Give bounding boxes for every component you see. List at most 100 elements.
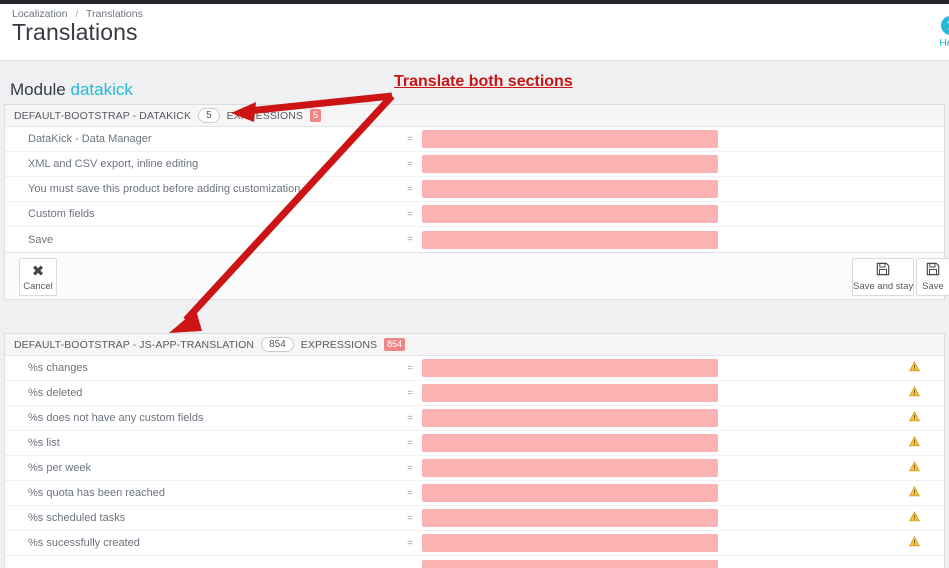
table-row: Save = (5, 227, 944, 252)
panel-count-badge: 854 (261, 337, 294, 352)
save-button[interactable]: Save (916, 258, 949, 296)
table-row: %s does not have any custom fields = (5, 406, 944, 431)
panel-header-jsapp[interactable]: DEFAULT-BOOTSTRAP - JS-APP-TRANSLATION 8… (5, 334, 944, 356)
warning-triangle-icon[interactable] (908, 511, 921, 525)
warning-triangle-icon[interactable] (908, 436, 921, 450)
row-status-cell (718, 386, 944, 401)
cancel-button-label: Cancel (23, 281, 53, 292)
equals-separator: = (407, 512, 413, 524)
source-string: You must save this product before adding… (28, 183, 304, 195)
translation-input[interactable] (422, 434, 718, 452)
warning-triangle-icon[interactable] (908, 361, 921, 375)
help-button[interactable]: ? Help (928, 16, 949, 49)
equals-separator: = (407, 234, 413, 245)
source-string: %s sucessfully created (28, 537, 140, 549)
row-status-cell (718, 511, 944, 526)
table-row: %s deleted = (5, 381, 944, 406)
equals-separator: = (407, 437, 413, 449)
source-string: %s quota has been reached (28, 487, 165, 499)
floppy-disk-icon (917, 262, 949, 281)
source-string: %s changes (28, 362, 88, 374)
table-row: DataKick - Data Manager = (5, 127, 944, 152)
warning-triangle-icon[interactable] (908, 461, 921, 475)
row-status-cell (718, 461, 944, 476)
expressions-count-badge: 854 (384, 338, 406, 351)
table-row: %s scheduled tasks = (5, 506, 944, 531)
source-string: %s deleted (28, 387, 83, 399)
translation-input[interactable] (422, 559, 718, 568)
translation-input[interactable] (422, 459, 718, 477)
equals-separator: = (407, 362, 413, 374)
expressions-label: EXPRESSIONS (300, 338, 378, 351)
translation-input[interactable] (422, 130, 718, 148)
module-heading: Module datakick (10, 80, 133, 100)
warning-triangle-icon[interactable] (908, 386, 921, 400)
translation-input[interactable] (422, 359, 718, 377)
translation-input[interactable] (422, 534, 718, 552)
panel-footer-datakick: ✖ Cancel Save and stay Save (5, 252, 949, 299)
module-name-link[interactable]: datakick (71, 80, 133, 99)
help-label: Help (939, 37, 949, 49)
source-string: %s per week (28, 462, 91, 474)
translation-input[interactable] (422, 509, 718, 527)
floppy-disk-icon (853, 262, 913, 281)
table-row-partial (5, 556, 944, 568)
warning-triangle-icon[interactable] (908, 536, 921, 550)
table-row: You must save this product before adding… (5, 177, 944, 202)
row-status-cell (718, 361, 944, 376)
cancel-button[interactable]: ✖ Cancel (19, 258, 57, 296)
source-string: %s list (28, 437, 60, 449)
table-row: %s per week = (5, 456, 944, 481)
equals-separator: = (407, 462, 413, 474)
panel-title: DEFAULT-BOOTSTRAP - DATAKICK (14, 109, 192, 122)
table-row: %s list = (5, 431, 944, 456)
equals-separator: = (407, 133, 413, 145)
save-and-stay-button[interactable]: Save and stay (852, 258, 914, 296)
source-string: Save (28, 233, 54, 246)
translation-input[interactable] (422, 409, 718, 427)
question-mark-circle-icon: ? (940, 16, 949, 35)
table-row: %s quota has been reached = (5, 481, 944, 506)
close-x-icon: ✖ (31, 263, 45, 280)
source-string: XML and CSV export, inline editing (28, 158, 199, 170)
table-row: %s changes = (5, 356, 944, 381)
panel-count-badge: 5 (198, 108, 220, 123)
table-row: %s sucessfully created = (5, 531, 944, 556)
row-status-cell (718, 486, 944, 501)
table-row: Custom fields = (5, 202, 944, 227)
source-string: DataKick - Data Manager (28, 133, 152, 145)
warning-triangle-icon[interactable] (908, 411, 921, 425)
annotation-label: Translate both sections (394, 73, 573, 90)
equals-separator: = (407, 387, 413, 399)
equals-separator: = (407, 208, 413, 220)
translation-input[interactable] (422, 484, 718, 502)
translation-rows-datakick: DataKick - Data Manager = XML and CSV ex… (5, 127, 944, 252)
save-and-stay-button-label: Save and stay (853, 281, 914, 292)
panel-title: DEFAULT-BOOTSTRAP - JS-APP-TRANSLATION (14, 338, 255, 351)
translation-panel-datakick: DEFAULT-BOOTSTRAP - DATAKICK 5 EXPRESSIO… (4, 104, 949, 300)
translation-input[interactable] (422, 180, 718, 198)
panel-header-datakick[interactable]: DEFAULT-BOOTSTRAP - DATAKICK 5 EXPRESSIO… (5, 105, 944, 127)
source-string: %s scheduled tasks (28, 512, 126, 524)
warning-triangle-icon[interactable] (908, 486, 921, 500)
expressions-label: EXPRESSIONS (226, 109, 303, 122)
page-header: Localization / Translations Translations… (0, 4, 949, 61)
row-status-cell (718, 436, 944, 451)
expressions-count-badge: 5 (310, 109, 322, 122)
equals-separator: = (407, 487, 413, 499)
translation-panel-jsapp: DEFAULT-BOOTSTRAP - JS-APP-TRANSLATION 8… (4, 333, 945, 568)
equals-separator: = (407, 412, 413, 424)
module-prefix-label: Module (10, 80, 66, 99)
equals-separator: = (407, 158, 413, 170)
translation-input[interactable] (422, 155, 718, 173)
save-button-label: Save (922, 281, 944, 292)
translation-input[interactable] (422, 230, 718, 249)
source-string: %s does not have any custom fields (28, 412, 204, 424)
source-string: Custom fields (28, 208, 95, 220)
row-status-cell (718, 411, 944, 426)
translation-input[interactable] (422, 205, 718, 223)
table-row: XML and CSV export, inline editing = (5, 152, 944, 177)
translation-input[interactable] (422, 384, 718, 402)
page-title: Translations (12, 19, 138, 45)
row-status-cell (718, 536, 944, 551)
